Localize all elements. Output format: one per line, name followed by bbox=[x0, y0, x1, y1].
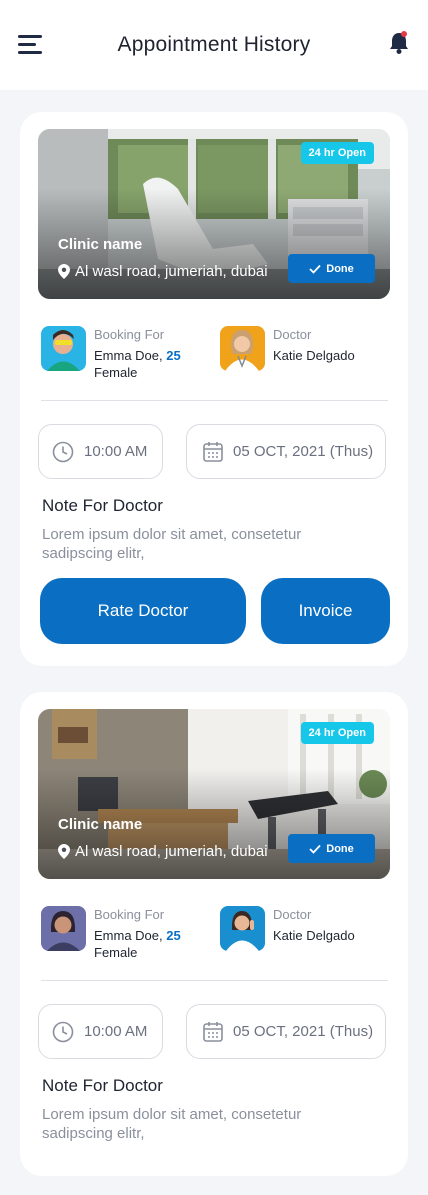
booking-for: Booking For Emma Doe, 25 Female bbox=[41, 906, 181, 961]
doctor-info: Doctor Katie Delgado bbox=[220, 906, 355, 951]
booking-for-label: Booking For bbox=[94, 907, 165, 922]
check-icon bbox=[309, 264, 321, 274]
doctor-name: Katie Delgado bbox=[273, 348, 355, 363]
clinic-address: Al wasl road, jumeriah, dubai bbox=[58, 263, 268, 280]
patient-avatar bbox=[41, 326, 86, 371]
clock-icon bbox=[52, 1021, 74, 1042]
appointment-time: 10:00 AM bbox=[38, 424, 163, 479]
booking-for: Booking For Emma Doe, 25 Female bbox=[41, 326, 181, 381]
appointment-time: 10:00 AM bbox=[38, 1004, 163, 1059]
location-pin-icon bbox=[58, 264, 70, 279]
location-pin-icon bbox=[58, 844, 70, 859]
appointment-date: 05 OCT, 2021 (Thus) bbox=[186, 1004, 386, 1059]
appointment-date: 05 OCT, 2021 (Thus) bbox=[186, 424, 386, 479]
doctor-label: Doctor bbox=[273, 327, 312, 342]
patient-name: Emma Doe, bbox=[94, 348, 163, 363]
time-value: 10:00 AM bbox=[84, 443, 148, 460]
page-title: Appointment History bbox=[117, 33, 311, 56]
appointment-card: 24 hr Open Clinic name Al wasl road, jum… bbox=[20, 692, 408, 1176]
clock-icon bbox=[52, 441, 74, 462]
doctor-label: Doctor bbox=[273, 907, 312, 922]
note-title: Note For Doctor bbox=[42, 496, 163, 515]
bell-icon[interactable] bbox=[388, 30, 412, 56]
clinic-photo: 24 hr Open Clinic name Al wasl road, jum… bbox=[38, 129, 390, 299]
patient-age: 25 bbox=[166, 928, 181, 943]
doctor-avatar bbox=[220, 906, 265, 951]
clinic-name: Clinic name bbox=[58, 236, 143, 253]
clinic-address: Al wasl road, jumeriah, dubai bbox=[58, 843, 268, 860]
patient-gender: Female bbox=[94, 365, 138, 380]
rate-doctor-button[interactable]: Rate Doctor bbox=[40, 578, 246, 644]
address-text: Al wasl road, jumeriah, dubai bbox=[75, 843, 268, 860]
clinic-name: Clinic name bbox=[58, 816, 143, 833]
calendar-icon bbox=[203, 442, 223, 462]
appointment-card: 24 hr Open Clinic name Al wasl road, jum… bbox=[20, 112, 408, 666]
doctor-info: Doctor Katie Delgado bbox=[220, 326, 355, 371]
open-hours-badge: 24 hr Open bbox=[300, 142, 374, 164]
patient-avatar bbox=[41, 906, 86, 951]
patient-name: Emma Doe, bbox=[94, 928, 163, 943]
date-value: 05 OCT, 2021 (Thus) bbox=[233, 1023, 374, 1040]
patient-gender: Female bbox=[94, 945, 138, 960]
status-done-button[interactable]: Done bbox=[288, 254, 375, 283]
divider bbox=[41, 400, 388, 401]
time-value: 10:00 AM bbox=[84, 1023, 148, 1040]
doctor-avatar bbox=[220, 326, 265, 371]
note-text: Lorem ipsum dolor sit amet, consetetur s… bbox=[42, 526, 302, 562]
address-text: Al wasl road, jumeriah, dubai bbox=[75, 263, 268, 280]
status-done-button[interactable]: Done bbox=[288, 834, 375, 863]
doctor-name: Katie Delgado bbox=[273, 928, 355, 943]
open-hours-badge: 24 hr Open bbox=[300, 722, 374, 744]
status-label: Done bbox=[326, 842, 354, 855]
calendar-icon bbox=[203, 1022, 223, 1042]
divider bbox=[41, 980, 388, 981]
booking-for-label: Booking For bbox=[94, 327, 165, 342]
invoice-button[interactable]: Invoice bbox=[261, 578, 390, 644]
status-label: Done bbox=[326, 262, 354, 275]
date-value: 05 OCT, 2021 (Thus) bbox=[233, 443, 374, 460]
patient-age: 25 bbox=[166, 348, 181, 363]
clinic-photo: 24 hr Open Clinic name Al wasl road, jum… bbox=[38, 709, 390, 879]
check-icon bbox=[309, 844, 321, 854]
note-title: Note For Doctor bbox=[42, 1076, 163, 1095]
note-text: Lorem ipsum dolor sit amet, consetetur s… bbox=[42, 1106, 302, 1142]
app-header: Appointment History bbox=[0, 0, 428, 90]
